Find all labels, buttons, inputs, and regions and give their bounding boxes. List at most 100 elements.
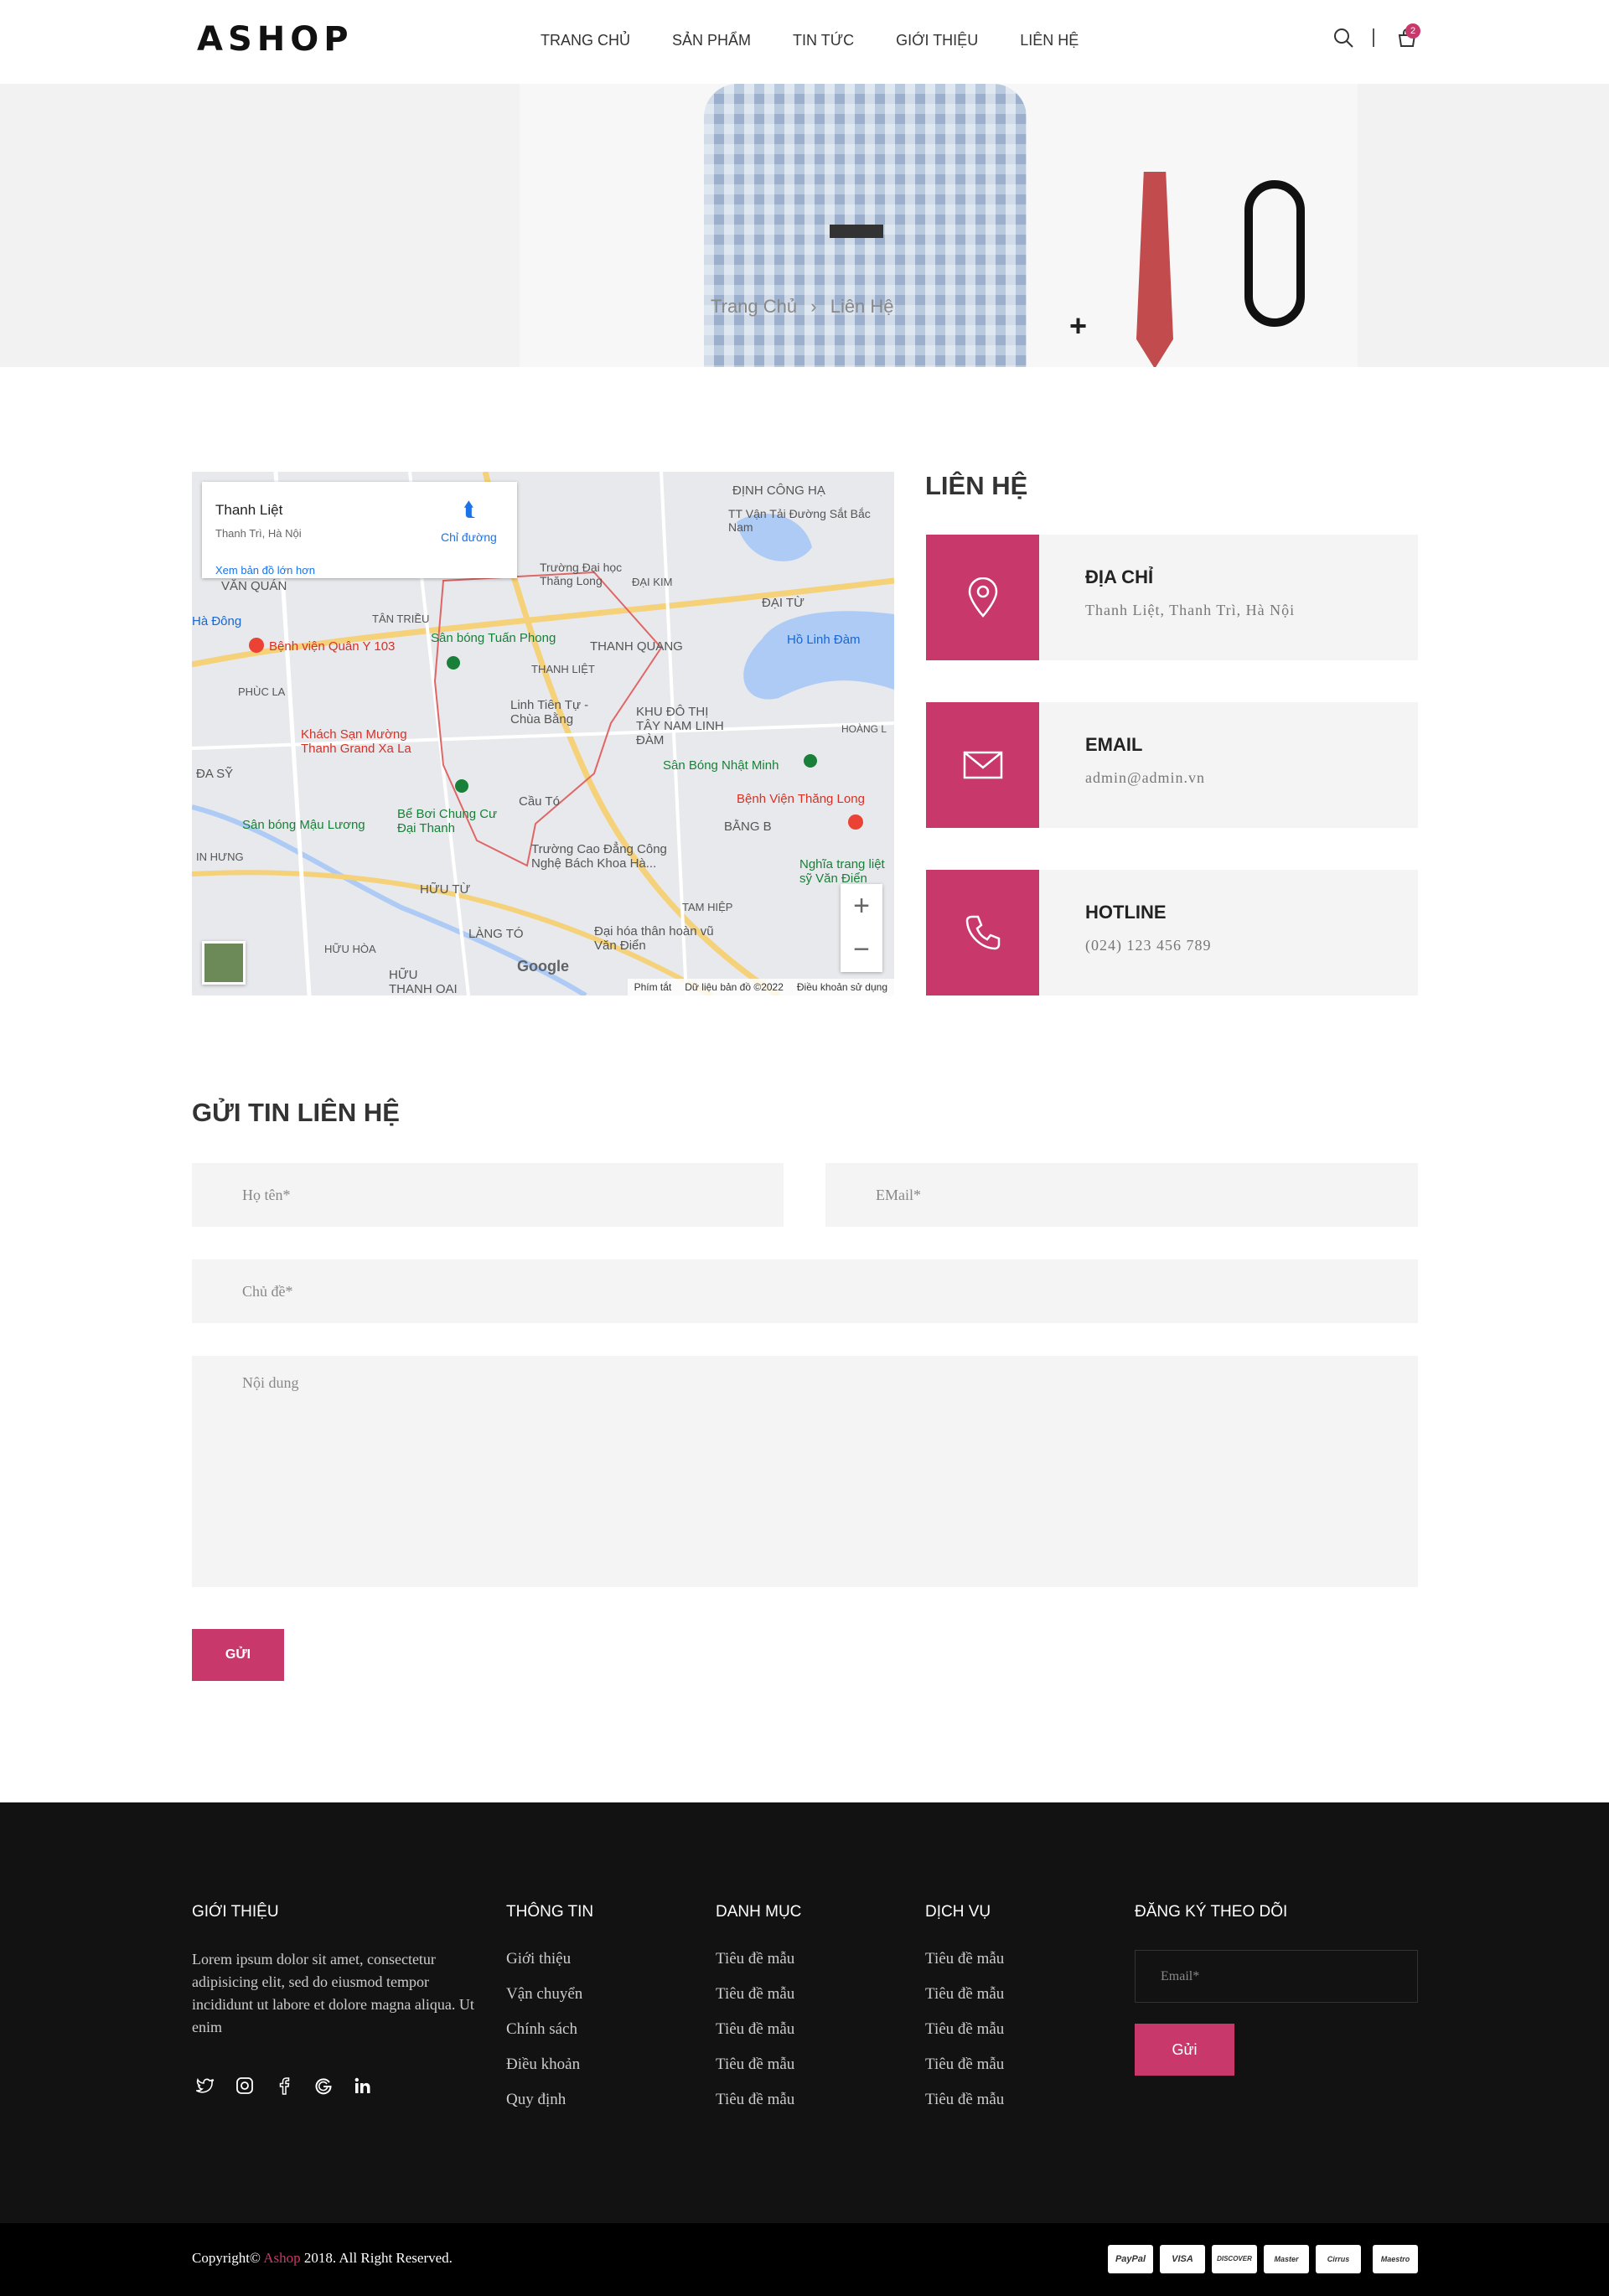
- footer-link[interactable]: Điều khoản: [506, 2056, 582, 2091]
- map-directions-link[interactable]: Chỉ đường: [441, 530, 497, 544]
- address-heading: ĐỊA CHỈ: [1085, 566, 1154, 587]
- mastercard-icon: Master: [1264, 2245, 1309, 2273]
- map-label: Khách Sạn Mường Thanh Grand Xa La: [301, 727, 411, 756]
- copyright-brand[interactable]: Ashop: [263, 2250, 300, 2266]
- subscribe-email-input[interactable]: [1135, 1950, 1418, 2003]
- hotline-value[interactable]: (024) 123 456 789: [1085, 937, 1212, 954]
- map-label: Hồ Linh Đàm: [787, 633, 861, 647]
- visa-icon: VISA: [1160, 2245, 1205, 2273]
- nav-about[interactable]: GIỚI THIỆU: [896, 32, 978, 49]
- footer-link[interactable]: Tiêu đề mẫu: [925, 2020, 1004, 2056]
- address-value: Thanh Liệt, Thanh Trì, Hà Nội: [1085, 602, 1296, 618]
- map-label: HỮU HÒA: [324, 943, 376, 955]
- footer-link[interactable]: Tiêu đề mẫu: [925, 1950, 1004, 1985]
- instagram-icon[interactable]: [235, 2076, 254, 2095]
- google-icon[interactable]: [314, 2076, 333, 2095]
- send-button[interactable]: GỬI: [192, 1629, 284, 1681]
- map-zoom-control: + −: [841, 884, 882, 972]
- plus-sign: +: [1069, 308, 1088, 343]
- subject-input[interactable]: [192, 1259, 1418, 1323]
- footer-link[interactable]: Tiêu đề mẫu: [716, 1950, 794, 1985]
- footer-link[interactable]: Tiêu đề mẫu: [716, 2056, 794, 2091]
- map-data-credit: Dữ liệu bản đồ ©2022: [685, 981, 784, 993]
- maestro-icon: Maestro: [1373, 2245, 1418, 2273]
- map-label: ĐA SỸ: [196, 767, 234, 781]
- paypal-icon: PayPal: [1108, 2245, 1153, 2273]
- footer-link[interactable]: Giới thiệu: [506, 1950, 582, 1985]
- map-label: Sân Bóng Nhật Minh: [663, 758, 779, 773]
- breadcrumb-current: Liên Hệ: [830, 296, 894, 317]
- map-label: TT Vận Tải Đường Sắt Bắc Nam: [728, 507, 871, 534]
- envelope-icon: [926, 702, 1039, 828]
- footer-link[interactable]: Chính sách: [506, 2020, 582, 2056]
- discover-icon: DISCOVER: [1212, 2245, 1257, 2273]
- google-map[interactable]: Thanh Liệt Thanh Trì, Hà Nội ⮬ Chỉ đường…: [192, 472, 894, 995]
- twitter-icon[interactable]: [196, 2076, 215, 2095]
- map-label: HOÀNG L: [841, 723, 887, 735]
- zoom-out-button[interactable]: −: [841, 928, 882, 971]
- subscribe-button[interactable]: Gửi: [1135, 2024, 1234, 2076]
- map-label: HỮU THANH OAI: [389, 968, 458, 995]
- footer-info-title: THÔNG TIN: [506, 1903, 594, 1921]
- map-label: TÂN TRIỀU: [372, 613, 430, 625]
- map-label: Bể Bơi Chung Cư Đại Thanh: [397, 807, 498, 835]
- map-larger-link[interactable]: Xem bản đồ lớn hơn: [215, 564, 315, 577]
- nav-home[interactable]: TRANG CHỦ: [541, 32, 630, 49]
- map-label: Linh Tiên Tự - Chùa Bằng: [510, 698, 589, 727]
- nav-contact[interactable]: LIÊN HỆ: [1020, 32, 1079, 49]
- map-label: VĂN QUÁN: [221, 579, 287, 593]
- footer-link[interactable]: Tiêu đề mẫu: [925, 2056, 1004, 2091]
- footer-link[interactable]: Tiêu đề mẫu: [716, 2020, 794, 2056]
- zoom-in-button[interactable]: +: [841, 884, 882, 928]
- map-label: Trường Đại học Thăng Long: [540, 561, 623, 587]
- main-nav: TRANG CHỦ SẢN PHẨM TIN TỨC GIỚI THIỆU LI…: [541, 32, 1120, 49]
- footer-about-title: GIỚI THIỆU: [192, 1903, 279, 1921]
- copyright-text: Copyright© Ashop 2018. All Right Reserve…: [192, 2250, 453, 2267]
- glasses-image: [1244, 180, 1305, 327]
- map-shortcuts-link[interactable]: Phím tắt: [634, 981, 672, 993]
- email-value[interactable]: admin@admin.vn: [1085, 769, 1205, 787]
- nav-products[interactable]: SẢN PHẨM: [672, 32, 751, 49]
- name-input[interactable]: [192, 1163, 784, 1227]
- satellite-toggle[interactable]: [202, 941, 246, 985]
- footer-link[interactable]: Tiêu đề mẫu: [716, 1985, 794, 2020]
- site-header: ASHOP TRANG CHỦ SẢN PHẨM TIN TỨC GIỚI TH…: [0, 0, 1609, 84]
- cirrus-icon: Cirrus: [1316, 2245, 1361, 2273]
- social-links: [196, 2076, 372, 2095]
- footer-subscribe-title: ĐĂNG KÝ THEO DÕI: [1135, 1903, 1288, 1921]
- contact-title: LIÊN HỆ: [925, 471, 1028, 500]
- phone-icon: [926, 870, 1039, 995]
- footer-link[interactable]: Tiêu đề mẫu: [716, 2091, 794, 2126]
- map-label: ĐẠI KIM: [632, 576, 673, 588]
- message-textarea[interactable]: [192, 1356, 1418, 1587]
- map-place-name: Thanh Liệt: [215, 502, 283, 518]
- footer-link[interactable]: Quy định: [506, 2091, 582, 2126]
- footer-info-list: Giới thiệu Vận chuyển Chính sách Điều kh…: [506, 1950, 582, 2126]
- footer-link[interactable]: Tiêu đề mẫu: [925, 1985, 1004, 2020]
- logo[interactable]: ASHOP: [197, 20, 354, 59]
- hotline-heading: HOTLINE: [1085, 902, 1167, 923]
- linkedin-icon[interactable]: [354, 2076, 372, 2095]
- map-label: KHU ĐÔ THỊ TÂY NAM LINH ĐÀM: [636, 705, 724, 747]
- nav-news[interactable]: TIN TỨC: [793, 32, 854, 49]
- map-terms-link[interactable]: Điều khoản sử dụng: [797, 981, 887, 993]
- map-label: LÀNG TÓ: [468, 927, 524, 941]
- email-input[interactable]: [825, 1163, 1418, 1227]
- footer-link[interactable]: Vận chuyển: [506, 1985, 582, 2020]
- map-label: Đại hóa thân hoàn vũ Văn Điển: [594, 924, 714, 953]
- breadcrumb-home[interactable]: Trang Chủ: [711, 296, 797, 317]
- page-banner: + Trang Chủ › Liên Hệ: [0, 84, 1609, 367]
- map-label: Sân bóng Mậu Lương: [242, 818, 365, 832]
- footer-link[interactable]: Tiêu đề mẫu: [925, 2091, 1004, 2126]
- map-place-sub: Thanh Trì, Hà Nội: [215, 527, 302, 540]
- breadcrumb-separator: ›: [810, 296, 817, 317]
- footer-about-text: Lorem ipsum dolor sit amet, consectetur …: [192, 1951, 474, 2035]
- email-box: EMAIL admin@admin.vn: [926, 702, 1418, 828]
- copyright-bar: Copyright© Ashop 2018. All Right Reserve…: [0, 2223, 1609, 2296]
- search-icon[interactable]: [1332, 27, 1354, 53]
- shirt-label: [830, 225, 883, 238]
- cart-count-badge: 2: [1405, 23, 1420, 39]
- directions-icon[interactable]: ⮬: [463, 499, 475, 522]
- map-label: Sân bóng Tuấn Phong: [431, 631, 556, 645]
- facebook-icon[interactable]: [275, 2076, 293, 2095]
